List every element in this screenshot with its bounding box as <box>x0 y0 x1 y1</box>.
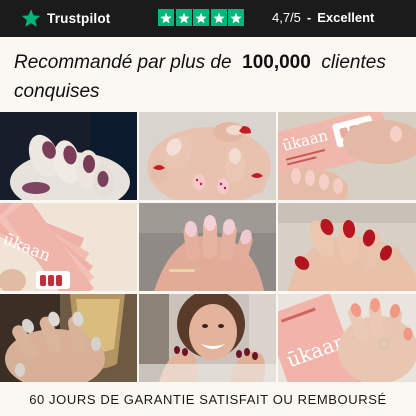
star-icon <box>210 9 227 26</box>
headline-number: 100,000 <box>242 52 311 73</box>
photo-pink-nails-box[interactable]: ūkaan <box>278 112 416 200</box>
star-icon <box>228 9 245 26</box>
headline: Recommandé par plus de 100,000 clientes … <box>14 48 406 106</box>
trustpilot-star-icon <box>21 9 41 27</box>
star-icon <box>158 9 174 26</box>
rating-stars <box>158 9 246 26</box>
photo-mauve-nails[interactable] <box>0 112 137 200</box>
photo-product-boxes-fan[interactable]: ūkaan <box>0 203 137 291</box>
trustpilot-bar: Trustpilot 4,7/5 - Excellent <box>0 0 416 37</box>
trustpilot-brand[interactable]: Trustpilot <box>21 8 111 28</box>
rating-separator: - <box>306 10 312 25</box>
rating-score: 4,7/5 <box>272 10 301 25</box>
star-icon <box>193 9 210 26</box>
photo-gallery: ūkaan ūkaan ūkaan <box>0 112 416 382</box>
photo-red-nails[interactable] <box>278 203 416 291</box>
photo-glitter-nails-glass[interactable] <box>0 294 137 382</box>
star-icon <box>175 9 192 26</box>
headline-prefix: Recommandé par plus de <box>14 52 232 73</box>
photo-pale-pink-nails[interactable] <box>139 203 276 291</box>
photo-smiling-woman-burgundy-nails[interactable] <box>139 294 276 382</box>
trustpilot-name: Trustpilot <box>47 10 111 26</box>
rating-summary: 4,7/5 - Excellent <box>272 10 374 25</box>
photo-red-french-strawberry-nails[interactable] <box>139 112 276 200</box>
rating-label: Excellent <box>317 10 375 25</box>
guarantee-banner: 60 JOURS DE GARANTIE SATISFAIT OU REMBOU… <box>0 382 416 416</box>
photo-coral-nails-box[interactable]: ūkaan <box>278 294 416 382</box>
